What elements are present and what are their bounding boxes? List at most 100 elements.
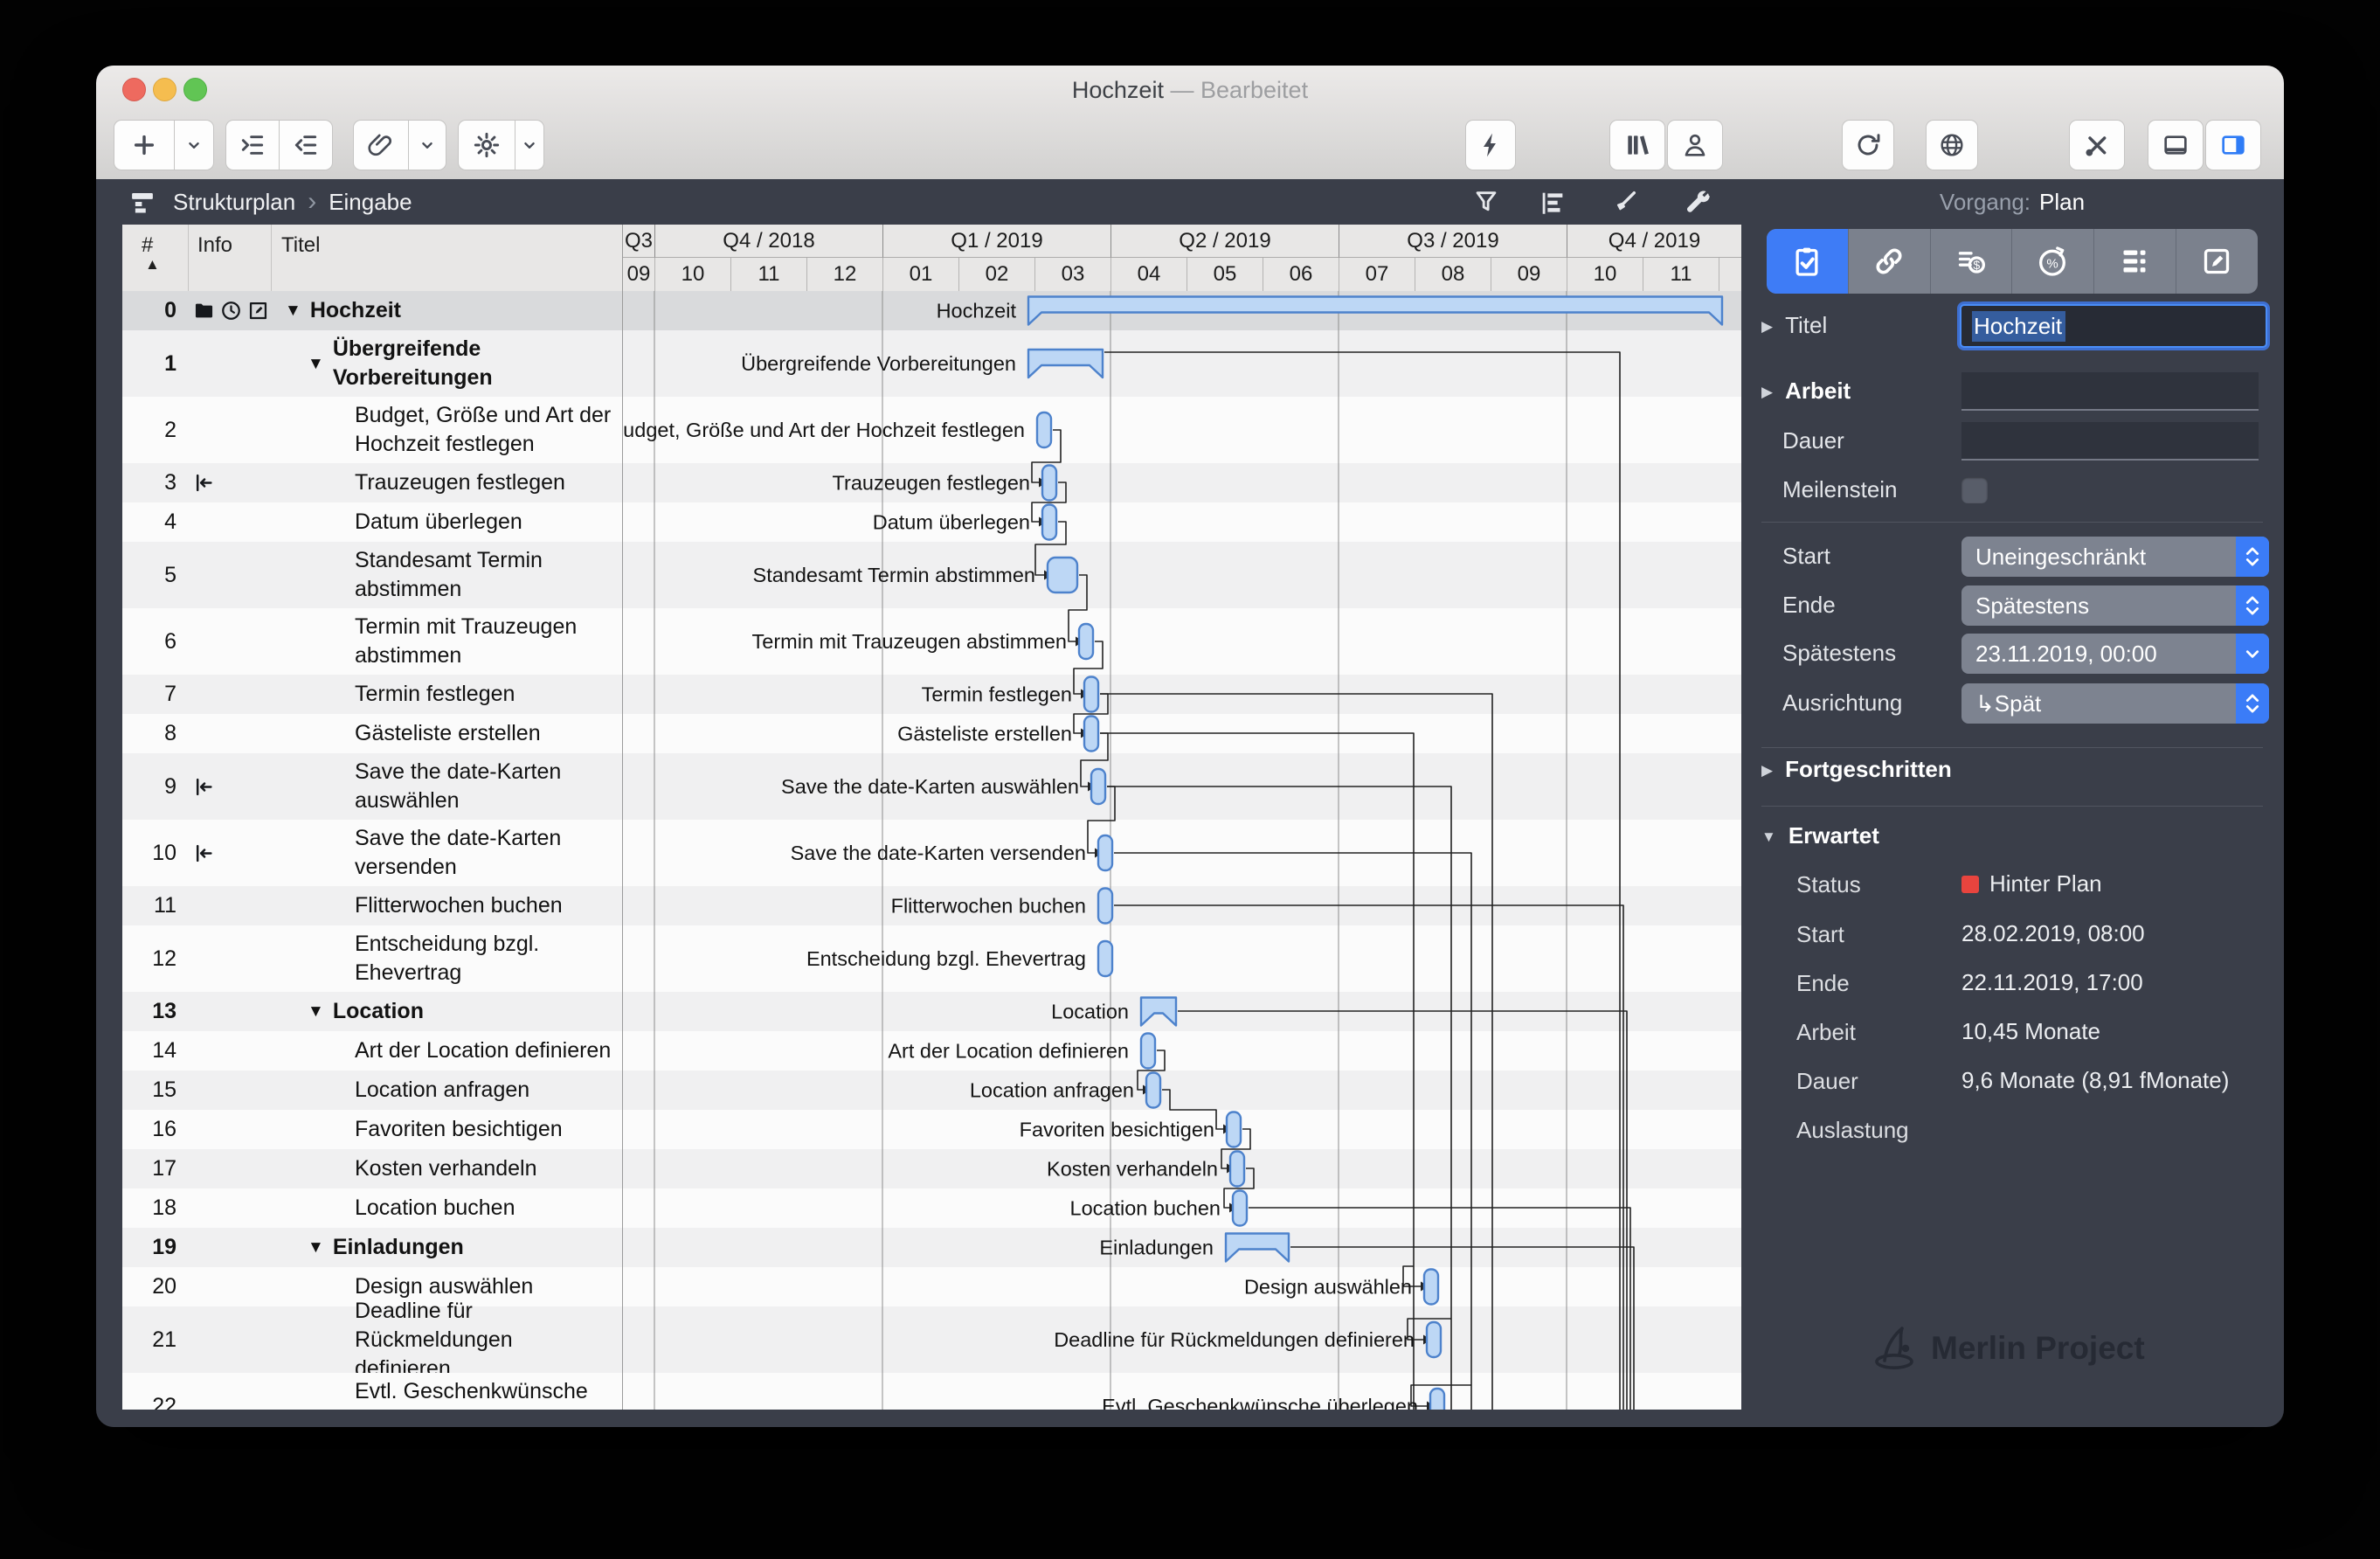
breadcrumb-item[interactable]: Strukturplan: [173, 189, 295, 216]
combo-arrow-icon[interactable]: [2236, 634, 2269, 674]
column-header-title[interactable]: Titel: [281, 233, 320, 258]
titel-input[interactable]: Hochzeit: [1960, 304, 2267, 348]
month-header[interactable]: 08: [1415, 258, 1491, 291]
task-bar[interactable]: [1424, 1270, 1438, 1305]
disclosure-triangle-icon[interactable]: ▼: [308, 997, 324, 1026]
outline-row-9[interactable]: 9Save the date-Karten auswählen: [122, 753, 622, 820]
inspector-tab-clipboard-check[interactable]: [1767, 229, 1848, 294]
outline-list-icon[interactable]: [1538, 188, 1567, 218]
month-header[interactable]: 06: [1263, 258, 1339, 291]
month-header[interactable]: 02: [958, 258, 1034, 291]
brush-icon[interactable]: [1609, 188, 1639, 218]
filter-funnel-icon[interactable]: [1471, 188, 1501, 218]
quarter-header[interactable]: Q2 / 2019: [1110, 225, 1339, 258]
inspector-tab-cost[interactable]: $: [1930, 229, 2012, 294]
outline-row-5[interactable]: 5Standesamt Termin abstimmen: [122, 542, 622, 608]
outline-row-21[interactable]: 21Deadline für Rückmeldungen definieren: [122, 1306, 622, 1373]
network-button[interactable]: [1926, 120, 1978, 170]
month-header[interactable]: 03: [1034, 258, 1110, 291]
task-bar[interactable]: [1048, 558, 1077, 592]
month-header[interactable]: 09: [623, 258, 654, 291]
month-header[interactable]: 10: [654, 258, 730, 291]
month-header[interactable]: 05: [1187, 258, 1263, 291]
ende-popup[interactable]: Spätestens: [1961, 585, 2269, 626]
month-header[interactable]: 12: [806, 258, 882, 291]
task-bar[interactable]: [1430, 1389, 1444, 1410]
task-bar[interactable]: [1042, 505, 1056, 540]
quarter-header[interactable]: Q4 / 2019: [1567, 225, 1741, 258]
ausrichtung-popup[interactable]: ↳Spät: [1961, 683, 2269, 724]
outline-row-10[interactable]: 10Save the date-Karten versenden: [122, 820, 622, 886]
tools-button[interactable]: [2069, 120, 2125, 170]
outline-row-11[interactable]: 11Flitterwochen buchen: [122, 886, 622, 925]
breadcrumb-item[interactable]: Eingabe: [329, 189, 412, 216]
popup-arrows-icon[interactable]: [2236, 537, 2269, 577]
dauer-field[interactable]: [1961, 422, 2259, 461]
sync-button[interactable]: [1842, 120, 1894, 170]
spätestens-popup[interactable]: 23.11.2019, 00:00: [1961, 634, 2269, 674]
wrench-icon[interactable]: [1684, 188, 1713, 218]
column-header-num[interactable]: #: [142, 233, 153, 258]
month-header[interactable]: 01: [882, 258, 958, 291]
disclosure-right-icon[interactable]: ▶: [1761, 762, 1773, 779]
disclosure-triangle-icon[interactable]: ▼: [308, 350, 324, 378]
chevron-down-button[interactable]: [409, 120, 446, 170]
task-bar[interactable]: [1084, 717, 1098, 752]
task-bar[interactable]: [1146, 1073, 1160, 1108]
month-header[interactable]: 04: [1110, 258, 1187, 291]
start-popup[interactable]: Uneingeschränkt: [1961, 537, 2269, 577]
quarter-header[interactable]: Q3: [623, 225, 654, 258]
month-header[interactable]: 11: [1643, 258, 1719, 291]
month-header[interactable]: 11: [730, 258, 806, 291]
disclosure-right-icon[interactable]: ▶: [1761, 318, 1773, 335]
task-bar[interactable]: [1141, 1034, 1155, 1069]
outline-row-17[interactable]: 17Kosten verhandeln: [122, 1149, 622, 1188]
task-bar[interactable]: [1098, 835, 1112, 870]
quarter-header[interactable]: Q4 / 2018: [654, 225, 882, 258]
quarter-header[interactable]: Q3 / 2019: [1339, 225, 1567, 258]
month-header[interactable]: 09: [1491, 258, 1567, 291]
outline-row-8[interactable]: 8Gästeliste erstellen: [122, 714, 622, 753]
timeline-header[interactable]: Q3Q4 / 2018Q1 / 2019Q2 / 2019Q3 / 2019Q4…: [623, 225, 1741, 293]
person-button[interactable]: [1667, 120, 1723, 170]
meilenstein-checkbox[interactable]: [1961, 477, 1988, 503]
inspector-tab-note-edit[interactable]: [2176, 229, 2258, 294]
bolt-button[interactable]: [1465, 120, 1516, 170]
chevron-down-button[interactable]: [515, 120, 544, 170]
arbeit-field[interactable]: [1961, 372, 2259, 411]
outline-row-12[interactable]: 12Entscheidung bzgl. Ehevertrag: [122, 925, 622, 992]
inspector-tab-link[interactable]: [1848, 229, 1930, 294]
plus-button[interactable]: [114, 120, 175, 170]
outdent-button[interactable]: [280, 120, 333, 170]
month-header[interactable]: 07: [1339, 258, 1415, 291]
outline-header[interactable]: #▲InfoTitel: [122, 225, 622, 293]
task-bar[interactable]: [1427, 1322, 1441, 1357]
outline-row-1[interactable]: 1▼Übergreifende Vorbereitungen: [122, 330, 622, 397]
outline-row-3[interactable]: 3Trauzeugen festlegen: [122, 463, 622, 502]
outline-row-6[interactable]: 6Termin mit Trauzeugen abstimmen: [122, 608, 622, 675]
quarter-header[interactable]: Q1 / 2019: [882, 225, 1110, 258]
outline-row-7[interactable]: 7Termin festlegen: [122, 675, 622, 714]
outline-row-13[interactable]: 13▼Location: [122, 992, 622, 1031]
task-bar[interactable]: [1098, 941, 1112, 976]
popup-arrows-icon[interactable]: [2236, 683, 2269, 724]
month-header[interactable]: 10: [1567, 258, 1643, 291]
task-bar[interactable]: [1233, 1191, 1247, 1226]
popup-arrows-icon[interactable]: [2236, 585, 2269, 626]
disclosure-right-icon[interactable]: ▶: [1761, 384, 1773, 400]
month-header[interactable]: [1719, 258, 1741, 291]
outline-row-14[interactable]: 14Art der Location definieren: [122, 1031, 622, 1071]
disclosure-triangle-icon[interactable]: ▼: [285, 296, 301, 325]
outline-row-22[interactable]: 22Evtl. Geschenkwünsche überlegen: [122, 1373, 622, 1410]
panel-right-button[interactable]: [2205, 120, 2261, 170]
breadcrumb[interactable]: Strukturplan›Eingabe: [128, 179, 412, 225]
outline-row-0[interactable]: 0▼Hochzeit: [122, 291, 622, 330]
inspector-tab-resources[interactable]: [2093, 229, 2176, 294]
outline-row-16[interactable]: 16Favoriten besichtigen: [122, 1110, 622, 1149]
panel-bottom-button[interactable]: [2148, 120, 2204, 170]
outline-row-18[interactable]: 18Location buchen: [122, 1188, 622, 1228]
disclosure-down-icon[interactable]: ▼: [1761, 828, 1776, 845]
task-bar[interactable]: [1091, 769, 1105, 804]
task-bar[interactable]: [1037, 412, 1051, 447]
outline-row-19[interactable]: 19▼Einladungen: [122, 1228, 622, 1267]
